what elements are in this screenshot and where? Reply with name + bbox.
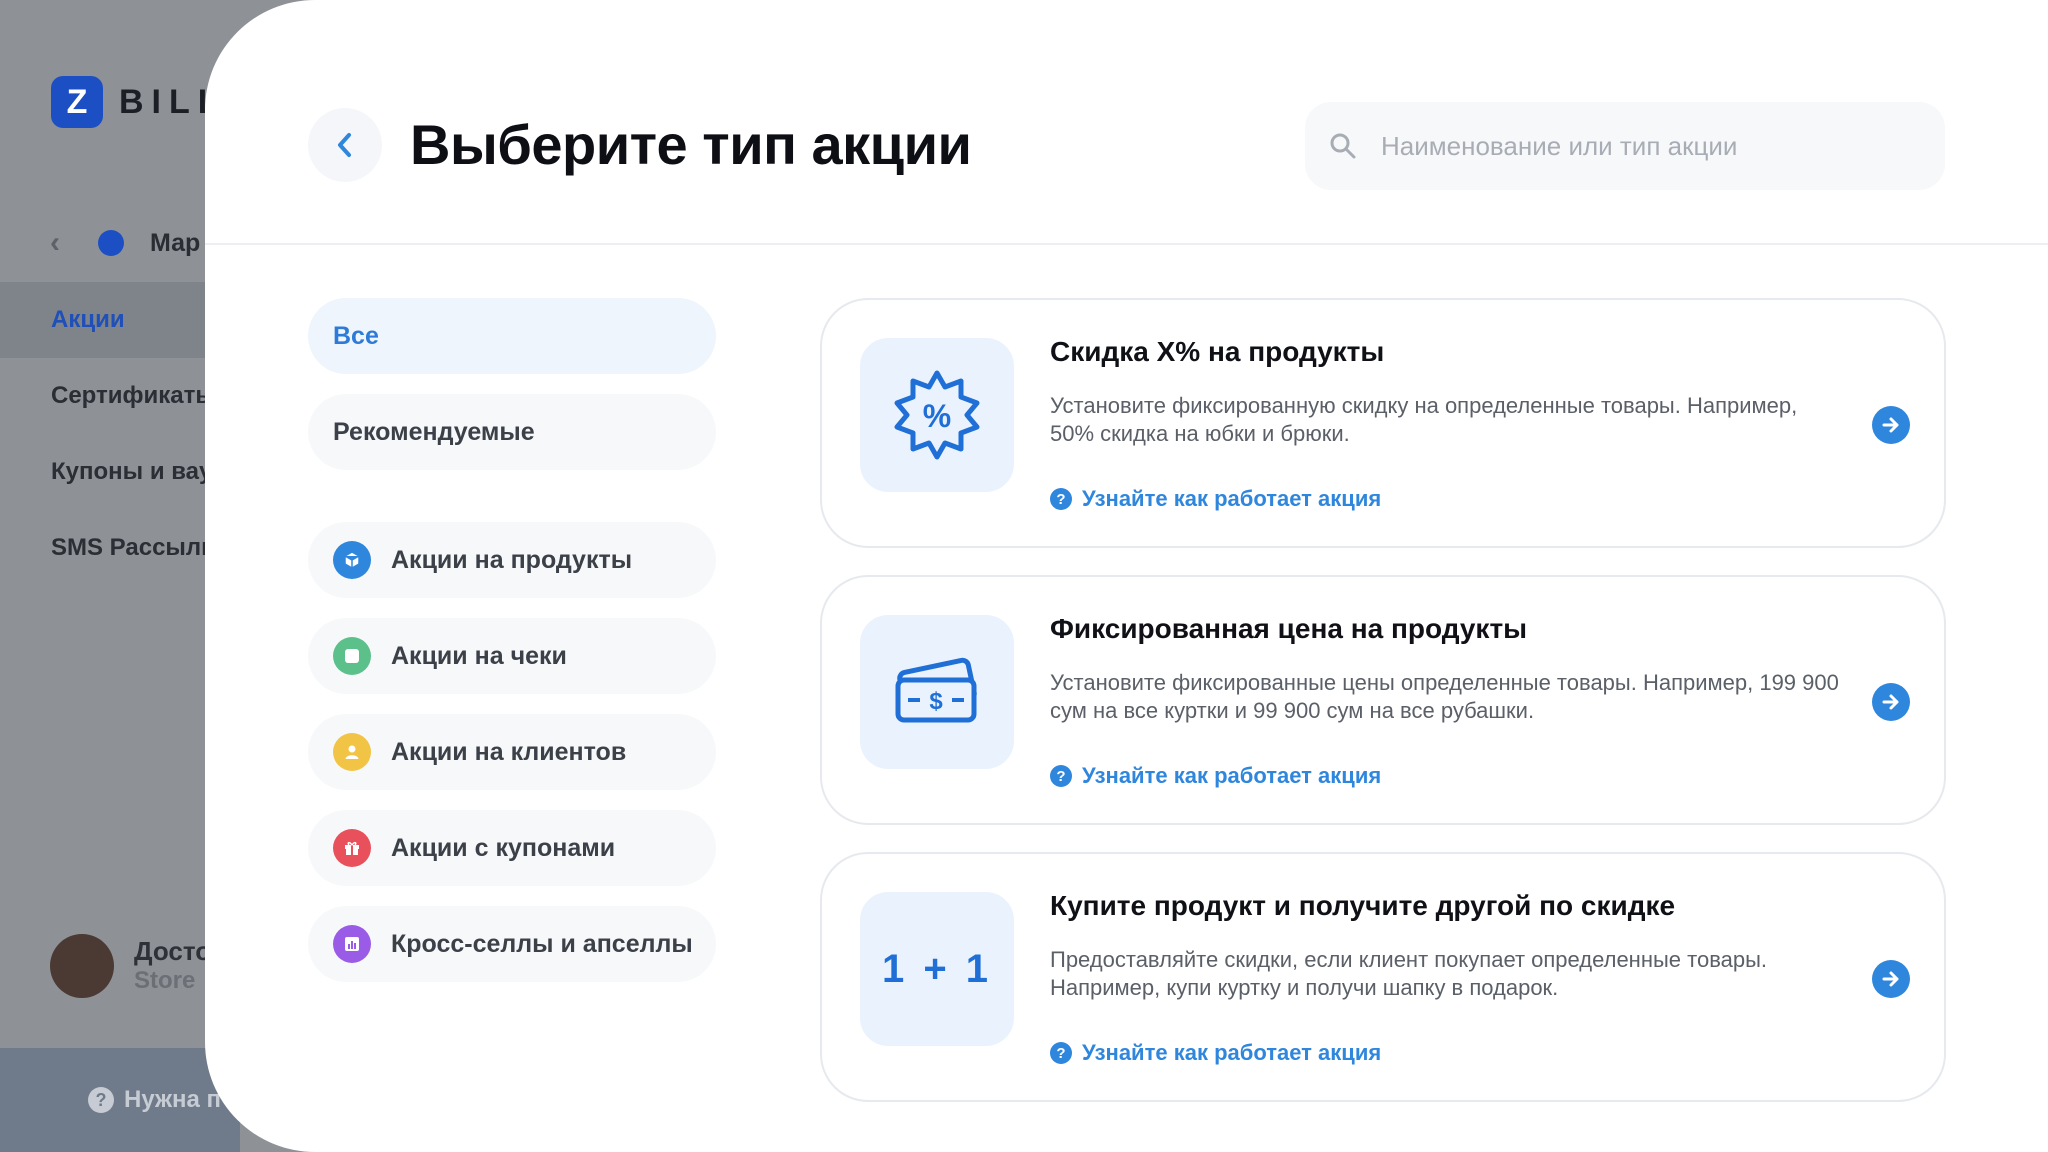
filter-crosssell-label: Кросс-селлы и апселлы	[391, 929, 693, 958]
learn-more-link[interactable]: ? Узнайте как работает акция	[1050, 763, 1381, 789]
sidebar-menu: Акции Сертификать Купоны и вау SMS Рассы…	[0, 282, 220, 586]
filter-all-label: Все	[333, 321, 379, 350]
sidebar-item-sms: SMS Рассылк	[51, 534, 214, 561]
filter-recommended-label: Рекомендуемые	[333, 417, 535, 446]
sidebar-item-certificates: Сертификать	[51, 382, 211, 409]
search-input[interactable]	[1381, 130, 1921, 162]
page-title: Выберите тип акции	[410, 113, 972, 176]
filter-receipts-label: Акции на чеки	[391, 641, 567, 670]
arrow-right-icon	[1882, 971, 1899, 987]
question-icon: ?	[1050, 1042, 1072, 1064]
learn-more-label: Узнайте как работает акция	[1082, 763, 1382, 788]
promo-card-bogo[interactable]: 1 + 1 Купите продукт и получите другой п…	[820, 852, 1946, 1102]
learn-more-link[interactable]: ? Узнайте как работает акция	[1050, 1040, 1381, 1066]
promo-description: Предоставляйте скидки, если клиент покуп…	[1050, 947, 1768, 1000]
promo-type-panel: Выберите тип акции Все Рекомендуемые Акц…	[205, 0, 2048, 1152]
svg-text:$: $	[929, 688, 943, 715]
filter-products-label: Акции на продукты	[391, 545, 633, 574]
promo-title: Купите продукт и получите другой по скид…	[1050, 890, 1676, 921]
promo-card-percent[interactable]: % Скидка X% на продукты Установите фикси…	[820, 298, 1946, 548]
question-icon: ?	[1050, 765, 1072, 787]
filter-customers[interactable]: Акции на клиентов	[308, 714, 716, 790]
back-button[interactable]	[308, 108, 382, 182]
chevron-left-icon: ‹	[50, 226, 60, 259]
user-icon	[333, 733, 371, 771]
chart-icon	[333, 925, 371, 963]
sidebar-breadcrumb: ‹ Мар	[50, 226, 200, 260]
breadcrumb-label: Мар	[150, 228, 201, 257]
app-logo: Z BILL	[51, 76, 227, 128]
svg-text:%: %	[923, 398, 951, 434]
receipt-icon	[333, 637, 371, 675]
one-plus-one-icon: 1 + 1	[860, 892, 1014, 1046]
gift-icon	[333, 829, 371, 867]
filter-coupons-label: Акции с купонами	[391, 833, 616, 862]
learn-more-link[interactable]: ? Узнайте как работает акция	[1050, 486, 1381, 512]
header-divider	[205, 243, 2048, 245]
question-icon: ?	[88, 1087, 114, 1113]
filter-crosssell[interactable]: Кросс-селлы и апселлы	[308, 906, 716, 982]
logo-mark: Z	[51, 76, 103, 128]
sidebar-item-promotions: Акции	[0, 282, 220, 358]
learn-more-label: Узнайте как работает акция	[1082, 486, 1382, 511]
badge-icon	[98, 230, 124, 256]
promo-title: Скидка X% на продукты	[1050, 336, 1385, 367]
user-profile: Досто Store	[50, 934, 211, 998]
learn-more-label: Узнайте как работает акция	[1082, 1040, 1382, 1065]
user-role: Store	[134, 967, 196, 994]
promo-title: Фиксированная цена на продукты	[1050, 613, 1528, 644]
promo-description: Установите фиксированную скидку на опред…	[1050, 393, 1798, 446]
filter-receipts[interactable]: Акции на чеки	[308, 618, 716, 694]
promo-description: Установите фиксированные цены определенн…	[1050, 670, 1839, 723]
one-plus-one-text: 1 + 1	[881, 946, 993, 991]
filter-coupons[interactable]: Акции с купонами	[308, 810, 716, 886]
sidebar-item-coupons: Купоны и вау	[51, 458, 213, 485]
percent-badge-icon: %	[860, 338, 1014, 492]
filter-recommended[interactable]: Рекомендуемые	[308, 394, 716, 470]
arrow-right-button[interactable]	[1872, 406, 1910, 444]
arrow-right-button[interactable]	[1872, 683, 1910, 721]
question-icon: ?	[1050, 488, 1072, 510]
box-icon	[333, 541, 371, 579]
arrow-right-icon	[1882, 417, 1899, 433]
cash-icon: $	[860, 615, 1014, 769]
filter-customers-label: Акции на клиентов	[391, 737, 627, 766]
help-label: Нужна п	[124, 1086, 221, 1113]
avatar	[50, 934, 114, 998]
search-icon	[1330, 133, 1356, 159]
arrow-right-icon	[1882, 694, 1899, 710]
search-box[interactable]	[1305, 102, 1945, 190]
promo-card-fixed-price[interactable]: $ Фиксированная цена на продукты Установ…	[820, 575, 1946, 825]
arrow-right-button[interactable]	[1872, 960, 1910, 998]
filter-all[interactable]: Все	[308, 298, 716, 374]
filter-products[interactable]: Акции на продукты	[308, 522, 716, 598]
chevron-left-icon	[338, 133, 351, 157]
user-name: Досто	[134, 936, 212, 966]
help-bar: ? Нужна п	[0, 1048, 240, 1152]
